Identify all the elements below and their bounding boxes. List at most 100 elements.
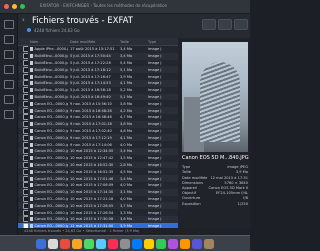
file-date: 5 juil. 2015 à 17:50:44: [70, 54, 111, 59]
dock-app-icon[interactable]: [72, 238, 82, 249]
table-row[interactable]: Canon EO...0000.jpg 9 nov. 2015 à 16:48:2…: [18, 107, 178, 114]
table-row[interactable]: BuildEtno...0000.jpg 5 juil. 2015 à 17:18…: [18, 66, 178, 74]
table-row[interactable]: Canon EO...0000.jpg 10 mai 2015 à 16:52:3…: [18, 161, 178, 169]
table-row[interactable]: Canon EO...0000.jpg 10 mai 2015 à 12:47:4…: [18, 155, 178, 162]
row-checkbox-cell: [18, 155, 28, 162]
column-header-name[interactable]: Nom: [28, 40, 68, 44]
file-name-cell: Canon EO...0000.jpg: [28, 135, 68, 140]
table-row[interactable]: Canon EO...0000.jpg 10 mai 2015 à 12:34:5…: [18, 147, 178, 155]
table-row[interactable]: Canon EO...0000.jpg 10 mai 2015 à 17:01:4…: [18, 175, 178, 182]
dock-app-icon[interactable]: [96, 238, 106, 249]
table-row[interactable]: Canon EO...0000.jpg 9 nov. 2015 à 17:01:1…: [18, 120, 178, 128]
file-date: 10 mai 2015 à 17:26:54: [70, 210, 114, 215]
column-header-type[interactable]: Type: [146, 40, 178, 44]
dock-app-icon[interactable]: [168, 238, 178, 249]
dock-app-icon[interactable]: [180, 238, 190, 249]
file-name-cell: Canon EO...0000.jpg: [28, 183, 69, 188]
back-arrow-icon[interactable]: ‹: [22, 16, 25, 24]
dock-app-icon[interactable]: [60, 238, 70, 249]
table-row[interactable]: Canon EO...0000.jpg 9 nov. 2015 à 17:14:0…: [18, 141, 178, 148]
file-name-cell: BuildEtno...0000.jpg: [28, 81, 69, 86]
table-row[interactable]: Canon EO...0000.jpg 10 mai 2015 à 17:30:5…: [18, 215, 178, 223]
file-name: Canon EO...0000.jpg: [34, 162, 69, 167]
image-file-icon: [30, 149, 33, 154]
table-row[interactable]: Apple iPhe...0000.jpg17 août 2015 à 15:1…: [18, 46, 178, 53]
file-name: Canon EO...0000.jpg: [34, 183, 69, 188]
row-checkbox-cell: [18, 161, 28, 168]
file-size: 3,8 Mo: [120, 122, 133, 127]
table-row[interactable]: BuildEtno...0000.jpg 5 juil. 2015 à 16:49…: [18, 93, 178, 101]
table-row[interactable]: Canon EO...0000.jpg 9 nov. 2015 à 16:48:4…: [18, 114, 178, 121]
file-date: 5 juil. 2015 à 16:58:18: [70, 88, 111, 93]
table-row[interactable]: Canon EO...0000.jpg 10 mai 2015 à 17:26:5…: [18, 209, 178, 216]
file-type: Image J: [148, 190, 162, 195]
table-row[interactable]: Canon EO...0000.jpg 9 nov. 2015 à 15:56:1…: [18, 100, 178, 107]
file-name-cell: BuildEtno...0000.jpg: [28, 60, 68, 65]
file-type: Image J: [148, 122, 162, 127]
dock-app-icon[interactable]: [144, 238, 154, 249]
table-row[interactable]: BuildEtno...0000.jpg 5 juil. 2015 à 17:22…: [18, 59, 178, 67]
image-file-icon: [30, 115, 33, 120]
photo-preview: [182, 42, 248, 152]
table-row[interactable]: BuildEtno...0000.jpg 5 juil. 2015 à 17:14…: [18, 79, 178, 87]
search-button[interactable]: [218, 19, 232, 30]
column-header-date[interactable]: Date modifiée: [68, 40, 118, 44]
music-icon[interactable]: [3, 80, 14, 89]
image-file-icon: [30, 217, 33, 222]
table-row[interactable]: Canon EO...0000.jpg 10 mai 2015 à 17:21:1…: [18, 195, 178, 203]
zoom-window-button[interactable]: [20, 4, 25, 9]
dock-app-icon[interactable]: [156, 238, 166, 249]
table-row[interactable]: Canon EO...0000.jpg 9 nov. 2015 à 17:12:1…: [18, 134, 178, 142]
file-date: 10 mai 2015 à 17:21:18: [70, 196, 114, 201]
table-row[interactable]: Canon EO...0000.jpg 10 mai 2015 à 16:52:3…: [18, 168, 178, 175]
photo-icon[interactable]: [3, 50, 14, 59]
table-row[interactable]: BuildEtno...0000.jpg 5 juil. 2015 à 16:58…: [18, 87, 178, 94]
video-icon[interactable]: [3, 95, 14, 104]
table-row[interactable]: Canon EO...0000.jpg 10 mai 2015 à 17:26:0…: [18, 202, 178, 210]
file-name-cell: Canon EO...0000.jpg: [28, 108, 68, 113]
table-row[interactable]: BuildEtno...0000.jpg 5 juil. 2015 à 17:50…: [18, 52, 178, 60]
file-name-cell: Canon EO...0000.jpg: [28, 190, 68, 195]
file-name: Canon EO...0000.jpg: [34, 115, 69, 120]
file-size: 3,4 Mo: [120, 176, 133, 181]
document-icon[interactable]: [3, 65, 14, 74]
file-type: Image J: [148, 169, 162, 174]
recover-button[interactable]: [234, 19, 248, 30]
file-size: 4,0 Mo: [120, 183, 133, 188]
file-date: 10 mai 2015 à 16:52:30: [70, 162, 114, 167]
file-type: Image J: [148, 60, 162, 65]
file-name: BuildEtno...0000.jpg: [34, 81, 69, 86]
dock-app-icon[interactable]: [108, 238, 118, 249]
dock-app-icon[interactable]: [132, 238, 142, 249]
image-file-icon: [30, 60, 33, 65]
dock-app-icon[interactable]: [204, 238, 214, 249]
table-row[interactable]: BuildEtno...0000.jpg 5 juil. 2015 à 17:16…: [18, 73, 178, 80]
row-checkbox-cell: [18, 100, 28, 107]
folder-icon[interactable]: [3, 35, 14, 44]
dock-app-icon[interactable]: [84, 238, 94, 249]
table-row[interactable]: Canon EO...0000.jpg 9 nov. 2015 à 17:02:4…: [18, 127, 178, 135]
file-metadata: Canon EOS 5D M...840.JPG Type Image JPEG T…: [182, 155, 249, 207]
dock-app-icon[interactable]: [120, 238, 130, 249]
dock-app-icon[interactable]: [48, 238, 58, 249]
row-checkbox-cell: [18, 93, 28, 100]
view-toggle-button[interactable]: [202, 19, 216, 30]
image-file-icon: [30, 142, 33, 147]
row-checkbox-cell: [18, 148, 28, 155]
table-row[interactable]: Canon EO...0000.jpg 10 mai 2015 à 17:06:0…: [18, 182, 178, 189]
minimize-window-button[interactable]: [12, 4, 17, 9]
file-rows: Apple iPhe...0000.jpg17 août 2015 à 15:1…: [18, 46, 178, 235]
file-size: 2,8 Mo: [120, 162, 133, 167]
column-header-size[interactable]: Taille: [118, 40, 146, 44]
drive-icon[interactable]: [3, 20, 14, 29]
dock-app-icon[interactable]: [192, 238, 202, 249]
file-date: 17 août 2015 à 15:17:51: [70, 47, 115, 52]
preview-panel: Canon EOS 5D M...840.JPG Type Image JPEG T…: [178, 38, 250, 235]
row-checkbox-cell: [18, 209, 28, 216]
close-window-button[interactable]: [4, 4, 9, 9]
image-file-icon: [30, 128, 33, 133]
table-row[interactable]: Canon EO...0000.jpg 10 mai 2015 à 17:14:3…: [18, 188, 178, 196]
archive-icon[interactable]: [3, 110, 14, 119]
dock-app-icon[interactable]: [36, 238, 46, 249]
file-name: BuildEtno...0000.jpg: [34, 74, 69, 79]
